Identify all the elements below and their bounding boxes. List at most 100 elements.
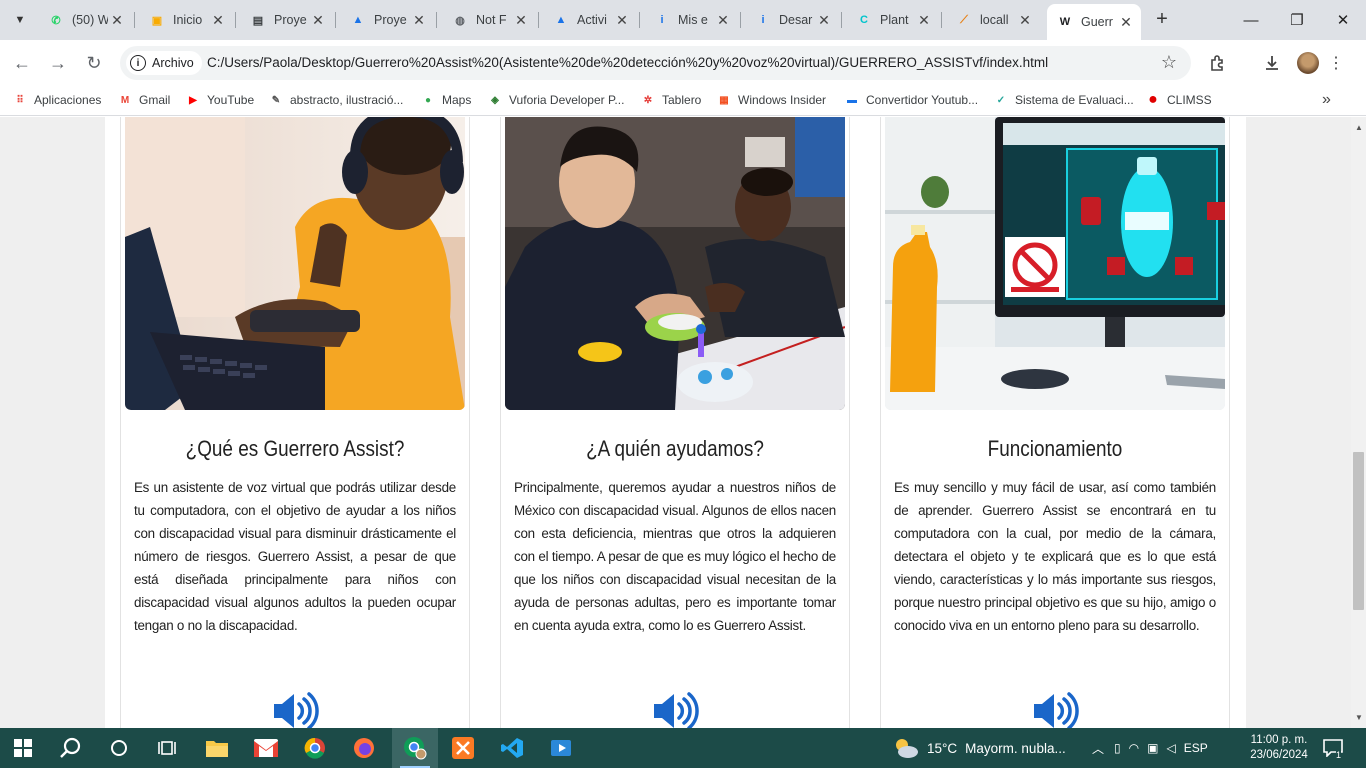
tab-separator [538,12,539,28]
notification-center-button[interactable]: 1 [1323,728,1343,768]
taskbar-vscode[interactable] [489,728,535,768]
bookmark-item[interactable]: ▦ Windows Insider [716,92,826,108]
vuforia-icon: ◈ [491,94,499,106]
speaker-volume-icon[interactable] [652,691,700,728]
maps-pin-icon: ● [424,94,432,106]
language-indicator[interactable]: ESP [1184,741,1208,755]
folder-icon [206,741,228,757]
tab-title: Mis e [678,13,708,27]
minimize-button[interactable]: — [1228,0,1274,40]
chevron-down-icon: ▼ [14,14,26,26]
extensions-icon[interactable] [1207,52,1229,74]
site-info-chip[interactable]: i Archivo [126,51,202,75]
show-hidden-icons-chevron-icon[interactable]: ︿ [1092,740,1104,757]
browser-tab[interactable]: W Guerr ✕ [1047,4,1141,40]
windows-taskbar: 15°C Mayorm. nubla... ︿ ▯ ◠ ▣ ◁ ESP 11:0… [0,728,1366,768]
url-text[interactable]: C:/Users/Paola/Desktop/Guerrero%20Assist… [207,55,1048,70]
taskbar-firefox[interactable] [341,728,387,768]
cortana-button[interactable] [96,728,142,768]
speaker-volume-icon[interactable] [1032,691,1080,728]
forward-button[interactable]: → [44,50,72,76]
scroll-down-arrow-icon[interactable]: ▼ [1355,713,1363,722]
scroll-up-arrow-icon[interactable]: ▲ [1355,123,1363,132]
close-window-button[interactable]: ✕ [1320,0,1366,40]
close-icon[interactable]: ✕ [915,12,933,29]
tab-title: locall [980,13,1009,27]
weather-widget[interactable]: 15°C Mayorm. nubla... [893,728,1066,768]
scrollbar-thumb[interactable] [1353,452,1364,610]
meet-now-icon[interactable]: ▣ [1147,741,1158,755]
close-icon[interactable]: ✕ [512,12,530,29]
close-icon[interactable]: ✕ [815,12,833,29]
weather-cloud-icon [896,739,918,758]
task-view-button[interactable] [144,728,190,768]
speaker-volume-icon[interactable] [272,691,320,728]
bookmark-label: Aplicaciones [34,93,102,107]
close-icon[interactable]: ✕ [1016,12,1034,29]
browser-tab[interactable]: ▤ Proye ✕ [240,6,333,34]
tab-separator [941,12,942,28]
browser-tab[interactable]: ▣ Inicio ✕ [139,6,233,34]
taskbar-xampp[interactable] [440,728,486,768]
browser-tab[interactable]: i Desar ✕ [745,6,839,34]
bookmark-star-icon[interactable]: ☆ [1161,52,1177,73]
tab-separator [134,12,135,28]
close-icon[interactable]: ✕ [108,12,126,29]
bookmark-item[interactable]: ✓ Sistema de Evaluaci... [993,92,1134,108]
kebab-menu-icon[interactable]: ⋮ [1325,52,1347,74]
browser-toolbar: ← → ↻ i Archivo C:/Users/Paola/Desktop/G… [0,40,1366,86]
windows-logo-icon: ▦ [719,94,729,106]
taskbar-gmail[interactable] [243,728,289,768]
tab-search-button[interactable]: ▼ [8,8,32,32]
taskbar-video-editor[interactable] [538,728,584,768]
start-button[interactable] [0,728,46,768]
bookmark-item[interactable]: M Gmail [117,92,171,108]
clock[interactable]: 11:00 p. m. 23/06/2024 [1246,728,1312,768]
search-button[interactable] [48,728,94,768]
close-icon[interactable]: ✕ [209,12,227,29]
wifi-icon[interactable]: ◠ [1129,741,1139,755]
google-drive-icon: ▲ [352,14,364,26]
volume-icon[interactable]: ◁ [1166,741,1175,755]
tab-separator [235,12,236,28]
close-icon[interactable]: ✕ [309,12,327,29]
restore-button[interactable]: ❐ [1274,0,1320,40]
browser-tab[interactable]: i Mis e ✕ [644,6,738,34]
bookmark-item[interactable]: ▬ Convertidor Youtub... [844,92,978,108]
bookmark-item[interactable]: ▶ YouTube [185,92,254,108]
more-bookmarks-icon[interactable]: » [1322,91,1331,109]
taskbar-chrome-profile[interactable] [392,728,438,768]
bookmark-item[interactable]: ⠿ Aplicaciones [12,92,101,108]
back-button[interactable]: ← [8,50,36,76]
browser-tab[interactable]: C Plant ✕ [846,6,939,34]
bookmark-item[interactable]: ✎ abstracto, ilustració... [268,92,404,108]
browser-tab[interactable]: ✆ (50) W ✕ [38,6,132,34]
arrow-right-icon: → [49,52,67,73]
profile-avatar[interactable] [1297,52,1319,74]
bookmark-item[interactable]: ◈ Vuforia Developer P... [487,92,624,108]
reload-button[interactable]: ↻ [80,50,108,76]
browser-tab[interactable]: ▲ Activi ✕ [543,6,637,34]
usb-device-icon[interactable]: ▯ [1114,741,1121,755]
browser-tab[interactable]: ⟋ locall ✕ [946,6,1040,34]
close-icon[interactable]: ✕ [714,12,732,29]
whatsapp-icon: ✆ [51,14,61,27]
download-icon[interactable] [1261,52,1283,74]
taskbar-chrome[interactable] [292,728,338,768]
taskbar-file-explorer[interactable] [194,728,240,768]
bookmark-item[interactable]: ✲ Tablero [640,92,702,108]
restore-icon: ❐ [1290,12,1304,29]
close-icon[interactable]: ✕ [613,12,631,29]
new-tab-button[interactable]: + [1150,8,1174,32]
page-scrollbar[interactable]: ▲ ▼ [1351,117,1366,728]
bookmark-label: abstracto, ilustració... [290,93,404,107]
clock-time: 11:00 p. m. [1250,734,1308,746]
bookmark-item[interactable]: ● CLIMSS [1145,91,1212,108]
close-icon[interactable]: ✕ [410,12,428,29]
bookmark-item[interactable]: ● Maps [420,92,471,108]
system-tray: ︿ ▯ ◠ ▣ ◁ ESP [1092,728,1208,768]
browser-tab[interactable]: ▲ Proye ✕ [340,6,434,34]
close-icon[interactable]: ✕ [1117,14,1135,31]
browser-tab[interactable]: ◍ Not F ✕ [442,6,536,34]
address-bar[interactable]: i Archivo C:/Users/Paola/Desktop/Guerrer… [120,46,1191,80]
